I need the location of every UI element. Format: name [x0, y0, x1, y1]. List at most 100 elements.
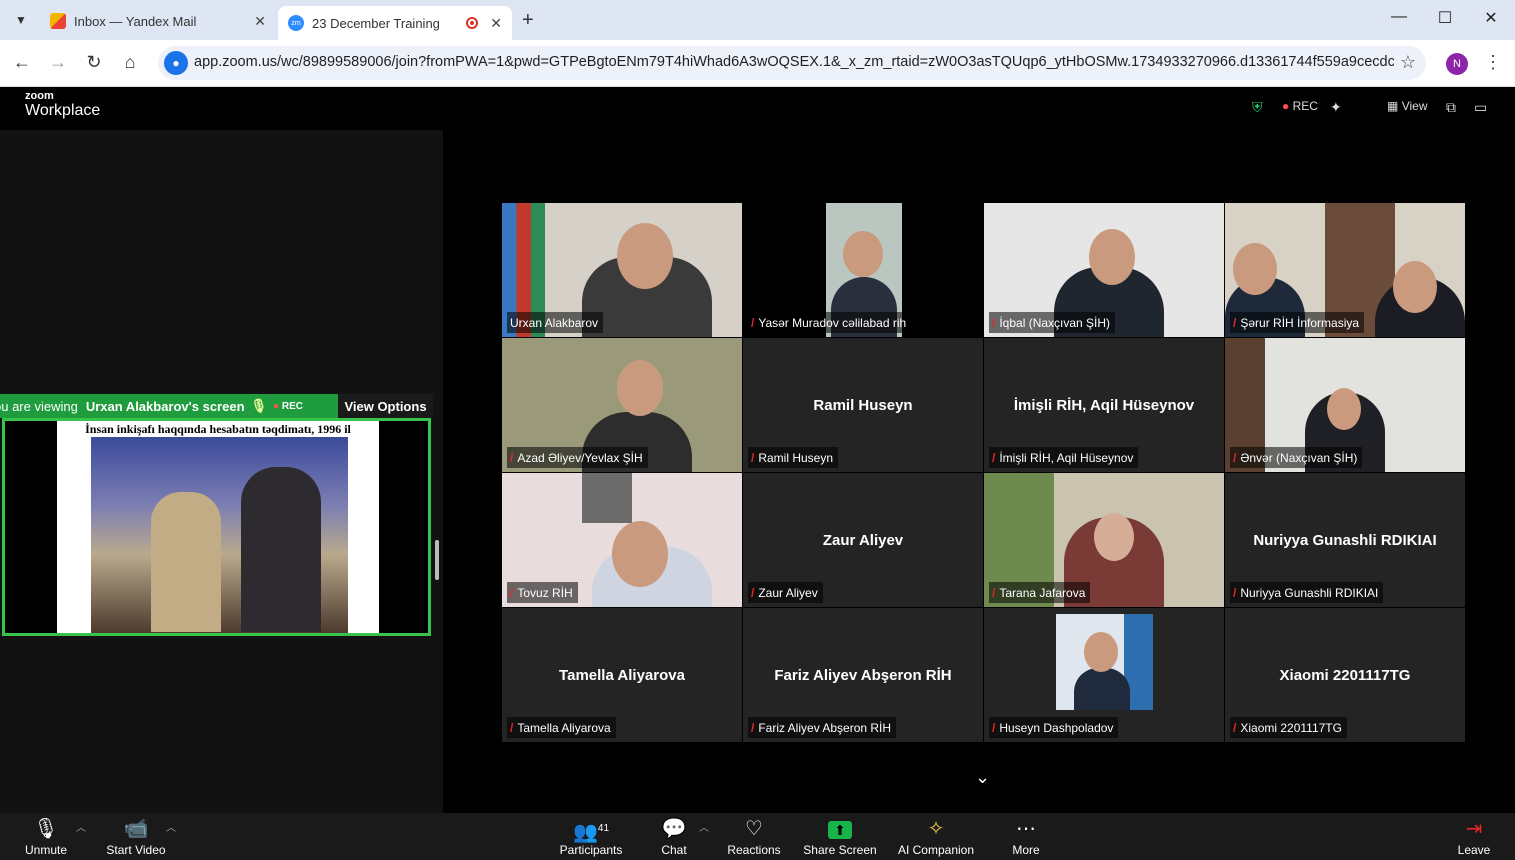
- participant-gallery: Urxan Alakbarov / Yasər Muradov cəlilabad…: [502, 203, 1466, 743]
- participant-tile[interactable]: / Yasər Muradov cəlilabad rih: [743, 203, 983, 337]
- participant-tile[interactable]: / Tovuz RİH: [502, 473, 742, 607]
- ai-sparkle-icon[interactable]: ✦: [1330, 99, 1342, 116]
- participant-tile[interactable]: Zaur Aliyev / Zaur Aliyev: [743, 473, 983, 607]
- participant-label: / Xiaomi 2201117TG: [1230, 717, 1347, 738]
- microphone-muted-icon: 🎙: [33, 818, 59, 840]
- participant-label: Urxan Alakbarov: [507, 312, 604, 333]
- slide-photo: [91, 437, 348, 633]
- new-tab-button[interactable]: +: [522, 9, 534, 32]
- participant-tile[interactable]: Urxan Alakbarov: [502, 203, 742, 337]
- zoom-icon: zm: [288, 15, 304, 31]
- start-video-label: Start Video: [106, 843, 166, 857]
- participant-tile[interactable]: İmişli RİH, Aqil Hüseynov / İmişli RİH, A…: [984, 338, 1224, 472]
- mic-muted-icon: /: [992, 585, 996, 600]
- participant-tile[interactable]: Xiaomi 2201117TG / Xiaomi 2201117TG: [1225, 608, 1465, 742]
- heart-icon: ♡: [745, 818, 763, 840]
- mic-muted-icon: /: [510, 450, 514, 465]
- participant-tile[interactable]: / Tarana Jafarova: [984, 473, 1224, 607]
- zoom-app: zoom Workplace ou are viewing Urxan Alak…: [0, 87, 1515, 860]
- mic-muted-icon: /: [751, 720, 755, 735]
- participant-tile[interactable]: Fariz Aliyev Abşeron RİH / Fariz Aliyev A…: [743, 608, 983, 742]
- profile-avatar[interactable]: N: [1446, 53, 1468, 75]
- url-text[interactable]: app.zoom.us/wc/89899589006/join?fromPWA=…: [194, 54, 1394, 70]
- chat-label: Chat: [661, 843, 687, 857]
- caret-up-icon[interactable]: ︿: [166, 819, 176, 834]
- caret-up-icon[interactable]: ︿: [76, 819, 86, 834]
- bookmark-star-icon[interactable]: ☆: [1400, 52, 1416, 73]
- participant-tile[interactable]: / Ənvər (Naxçıvan ŞİH): [1225, 338, 1465, 472]
- view-grid-icon: ▦: [1387, 99, 1399, 113]
- browser-tab-zoom-training[interactable]: zm 23 December Training ✕: [278, 6, 512, 40]
- back-icon[interactable]: ←: [10, 52, 34, 73]
- view-button[interactable]: ▦ View: [1387, 99, 1427, 113]
- maximize-button[interactable]: ☐: [1430, 8, 1460, 28]
- mic-muted-icon: /: [510, 585, 514, 600]
- caret-up-icon[interactable]: ︿: [699, 819, 709, 834]
- start-video-button[interactable]: 📹 Start Video: [100, 813, 172, 860]
- yandex-mail-icon: [50, 13, 66, 29]
- mic-muted-icon: /: [751, 315, 755, 330]
- tab-search-button[interactable]: ▼: [8, 8, 34, 32]
- mic-muted-icon: /: [1233, 585, 1237, 600]
- shared-screen-frame: İnsan inkişafı haqqında hesabatın təqdim…: [2, 418, 431, 636]
- share-status-banner: ou are viewing Urxan Alakbarov's screen …: [0, 394, 338, 418]
- participants-button[interactable]: 👥41 Participants: [556, 813, 626, 860]
- leave-button[interactable]: ⇥ Leave: [1452, 813, 1496, 860]
- participant-label: / Şərur RİH İnformasiya: [1230, 312, 1365, 333]
- omnibox[interactable]: ● app.zoom.us/wc/89899589006/join?fromPW…: [158, 46, 1426, 80]
- mic-muted-icon: 🎙: [250, 398, 268, 413]
- participant-label: / Azad Əliyev/Yevlax ŞİH: [507, 447, 648, 468]
- participant-label: / Huseyn Dashpoladov: [989, 717, 1119, 738]
- browser-tab-yandex-mail[interactable]: Inbox — Yandex Mail ✕: [40, 6, 276, 36]
- participant-label: / Nuriyya Gunashli RDIKIAI: [1230, 582, 1384, 603]
- chevron-down-icon[interactable]: ⌄: [975, 767, 990, 788]
- zoom-workplace-logo: zoom Workplace: [25, 91, 100, 120]
- close-window-button[interactable]: ✕: [1476, 8, 1506, 28]
- participant-label: / Yasər Muradov cəlilabad rih: [748, 312, 912, 333]
- mic-muted-icon: /: [1233, 450, 1237, 465]
- participant-label: / Fariz Aliyev Abşeron RİH: [748, 717, 897, 738]
- mic-muted-icon: /: [751, 585, 755, 600]
- home-icon[interactable]: ⌂: [118, 52, 142, 73]
- participant-tile[interactable]: Ramil Huseyn / Ramil Huseyn: [743, 338, 983, 472]
- view-options-button[interactable]: View Options: [338, 394, 433, 418]
- microphone-icon[interactable]: ●: [164, 51, 188, 75]
- participant-label: / Tovuz RİH: [507, 582, 578, 603]
- participant-tile[interactable]: / İqbal (Naxçıvan ŞİH): [984, 203, 1224, 337]
- recording-icon: [466, 17, 479, 29]
- sparkle-icon: ✧: [927, 818, 945, 840]
- recording-status[interactable]: ● REC: [1282, 99, 1318, 113]
- picture-in-picture-icon[interactable]: ⧉: [1446, 99, 1456, 116]
- participant-tile[interactable]: / Huseyn Dashpoladov: [984, 608, 1224, 742]
- tab-title: Inbox — Yandex Mail: [74, 13, 197, 29]
- chat-button[interactable]: 💬 Chat: [650, 813, 698, 860]
- browser-menu-icon[interactable]: ⋮: [1484, 52, 1502, 73]
- logo-small-text: zoom: [25, 90, 54, 102]
- fullscreen-icon[interactable]: ▭: [1474, 99, 1487, 116]
- reactions-button[interactable]: ♡ Reactions: [724, 813, 784, 860]
- minimize-button[interactable]: —: [1384, 8, 1414, 26]
- close-icon[interactable]: ✕: [490, 15, 502, 32]
- recording-indicator: ● REC: [273, 400, 303, 412]
- leave-icon: ⇥: [1465, 818, 1483, 840]
- participant-tile[interactable]: Nuriyya Gunashli RDIKIAI / Nuriyya Gunash…: [1225, 473, 1465, 607]
- participant-tile[interactable]: / Azad Əliyev/Yevlax ŞİH: [502, 338, 742, 472]
- participant-tile[interactable]: / Şərur RİH İnformasiya: [1225, 203, 1465, 337]
- unmute-button[interactable]: 🎙 Unmute: [18, 813, 74, 860]
- shared-screen-panel: ou are viewing Urxan Alakbarov's screen …: [0, 130, 443, 813]
- presenter-name: Urxan Alakbarov's screen: [85, 398, 245, 414]
- mic-muted-icon: /: [1233, 315, 1237, 330]
- panel-resize-handle[interactable]: [435, 540, 439, 580]
- mic-muted-icon: /: [510, 720, 514, 735]
- close-icon[interactable]: ✕: [254, 13, 266, 30]
- encryption-shield-icon[interactable]: ⛨: [1252, 99, 1263, 116]
- share-screen-button[interactable]: ⬆ Share Screen: [800, 813, 880, 860]
- more-button[interactable]: ⋯ More: [1004, 813, 1048, 860]
- ai-companion-button[interactable]: ✧ AI Companion: [893, 813, 979, 860]
- reload-icon[interactable]: ↻: [82, 52, 106, 73]
- mic-muted-icon: /: [1233, 720, 1237, 735]
- participant-tile[interactable]: Tamella Aliyarova / Tamella Aliyarova: [502, 608, 742, 742]
- forward-icon[interactable]: →: [46, 52, 70, 73]
- participant-label: / Ramil Huseyn: [748, 447, 839, 468]
- participant-label: / Ənvər (Naxçıvan ŞİH): [1230, 447, 1363, 468]
